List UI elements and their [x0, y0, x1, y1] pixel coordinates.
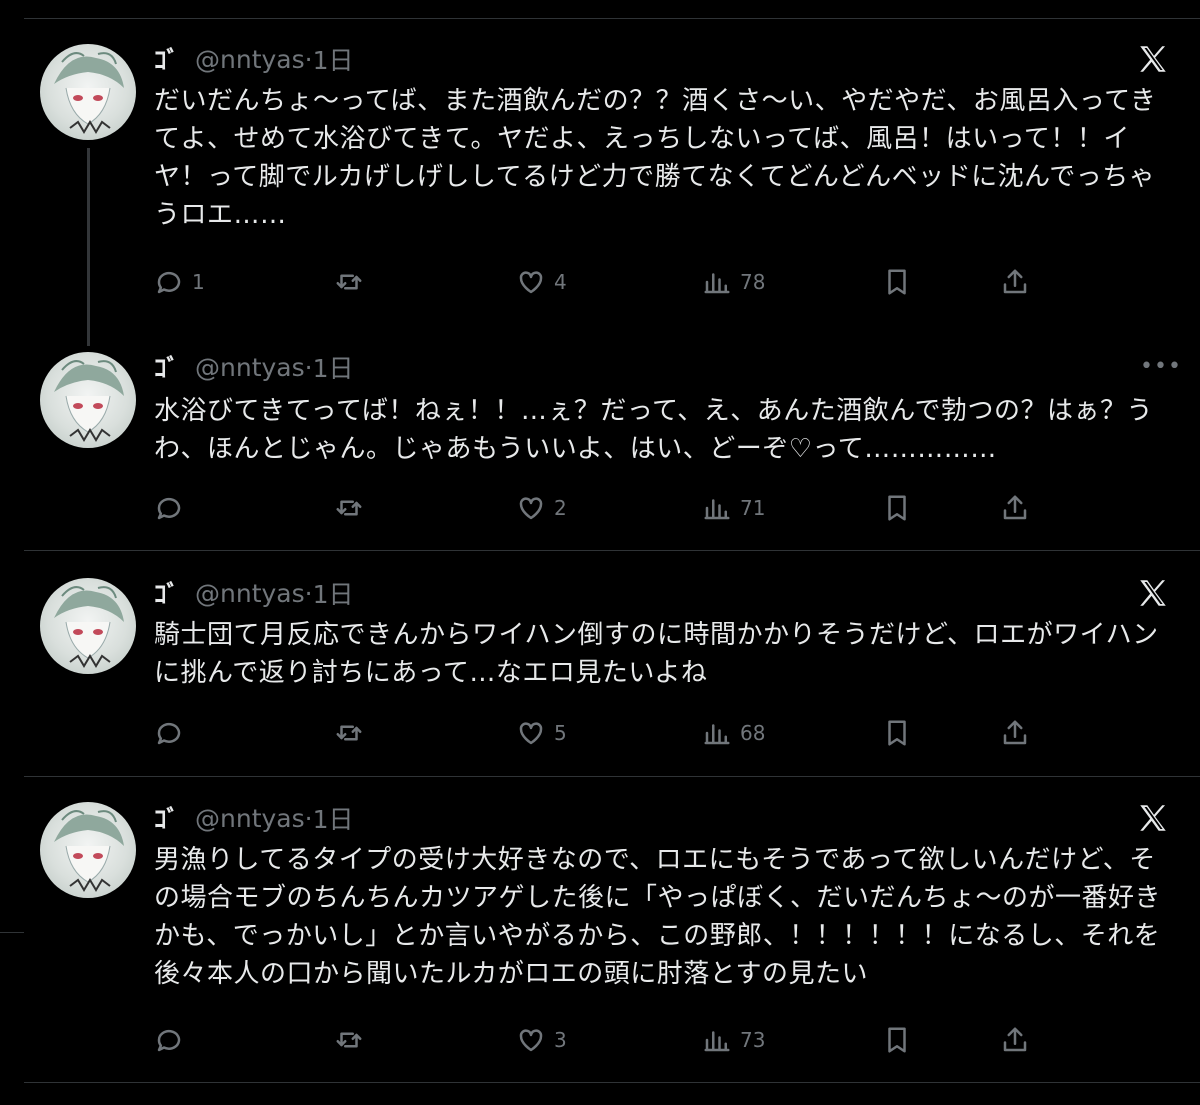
reply-icon — [157, 1029, 181, 1052]
bookmark-button[interactable] — [882, 715, 912, 751]
avatar-art-icon — [54, 52, 124, 134]
display-name[interactable]: ｺﾞ — [154, 800, 179, 836]
views-icon — [704, 1031, 730, 1052]
reply-button[interactable] — [154, 715, 192, 751]
tweet-text: だいだんちょ〜ってば、また酒飲んだの？？酒くさ〜い、やだやだ、お風呂入ってきてよ… — [154, 86, 1157, 230]
views-button[interactable]: 78 — [702, 264, 765, 300]
share-button[interactable] — [1000, 1022, 1030, 1058]
share-button[interactable] — [1000, 715, 1030, 751]
views-count: 73 — [740, 1028, 766, 1052]
share-button[interactable] — [1000, 264, 1030, 300]
views-count: 71 — [740, 496, 766, 520]
display-name[interactable]: ｺﾞ — [154, 575, 179, 611]
retweet-button[interactable] — [334, 264, 372, 300]
heart-icon — [519, 722, 543, 745]
x-logo-icon[interactable] — [1136, 576, 1170, 610]
like-button[interactable]: 3 — [516, 1022, 567, 1058]
like-count: 4 — [554, 270, 567, 294]
avatar-art-icon — [54, 360, 124, 442]
more-options-icon[interactable]: ••• — [1140, 352, 1181, 382]
like-count: 5 — [554, 721, 567, 745]
like-button[interactable]: 5 — [516, 715, 567, 751]
tweet-header: ｺﾞ @nntyas · 1日 — [154, 350, 354, 384]
like-button[interactable]: 4 — [516, 264, 567, 300]
views-icon — [704, 724, 730, 745]
display-name[interactable]: ｺﾞ — [154, 349, 179, 385]
heart-icon — [519, 497, 543, 520]
avatar[interactable] — [40, 578, 136, 674]
timestamp[interactable]: 1日 — [313, 41, 354, 77]
tweet-text: 騎士団て月反応できんからワイハン倒すのに時間かかりそうだけど、ロエがワイハンに挑… — [154, 620, 1159, 688]
handle[interactable]: @nntyas — [195, 579, 305, 608]
bookmark-button[interactable] — [882, 1022, 912, 1058]
like-button[interactable]: 2 — [516, 490, 567, 526]
heart-icon — [519, 1029, 543, 1052]
reply-button[interactable]: 1 — [154, 264, 205, 300]
display-name[interactable]: ｺﾞ — [154, 41, 179, 77]
reply-icon — [157, 271, 181, 294]
share-button[interactable] — [1000, 490, 1030, 526]
bookmark-icon — [888, 1027, 906, 1053]
views-button[interactable]: 71 — [702, 490, 765, 526]
avatar-art-icon — [54, 810, 124, 892]
separator-dot: · — [304, 44, 313, 74]
views-button[interactable]: 68 — [702, 715, 765, 751]
bookmark-icon — [888, 269, 906, 295]
retweet-button[interactable] — [334, 490, 372, 526]
reply-count: 1 — [192, 270, 205, 294]
tweet-header: ｺﾞ @nntyas · 1日 — [154, 42, 354, 76]
views-icon — [704, 499, 730, 520]
avatar[interactable] — [40, 44, 136, 140]
share-icon — [1003, 269, 1027, 294]
retweet-icon — [336, 274, 362, 290]
views-count: 68 — [740, 721, 766, 745]
separator-dot: · — [304, 803, 313, 833]
separator-dot: · — [304, 352, 313, 382]
timestamp[interactable]: 1日 — [313, 349, 354, 385]
timestamp[interactable]: 1日 — [313, 575, 354, 611]
tweet-header: ｺﾞ @nntyas · 1日 — [154, 576, 354, 610]
tweet-header: ｺﾞ @nntyas · 1日 — [154, 801, 354, 835]
retweet-button[interactable] — [334, 1022, 372, 1058]
side-divider — [0, 932, 24, 933]
thread-connector — [87, 148, 90, 346]
handle[interactable]: @nntyas — [195, 45, 305, 74]
handle[interactable]: @nntyas — [195, 804, 305, 833]
reply-button[interactable] — [154, 1022, 192, 1058]
bookmark-icon — [888, 720, 906, 746]
like-count: 3 — [554, 1028, 567, 1052]
bookmark-button[interactable] — [882, 490, 912, 526]
reply-icon — [157, 722, 181, 745]
reply-icon — [157, 497, 181, 520]
top-divider — [24, 18, 1200, 19]
separator-dot: · — [304, 578, 313, 608]
tweet-text: 男漁りしてるタイプの受け大好きなので、ロエにもそうであって欲しいんだけど、その場… — [154, 845, 1162, 989]
bookmark-icon — [888, 495, 906, 521]
like-count: 2 — [554, 496, 567, 520]
views-icon — [704, 273, 730, 294]
tweet-divider — [24, 550, 1200, 551]
tweet-divider — [24, 776, 1200, 777]
retweet-button[interactable] — [334, 715, 372, 751]
share-icon — [1003, 495, 1027, 520]
x-logo-icon[interactable] — [1136, 801, 1170, 835]
views-count: 78 — [740, 270, 766, 294]
handle[interactable]: @nntyas — [195, 353, 305, 382]
share-icon — [1003, 1027, 1027, 1052]
reply-button[interactable] — [154, 490, 192, 526]
views-button[interactable]: 73 — [702, 1022, 765, 1058]
x-logo-icon[interactable] — [1136, 42, 1170, 76]
avatar[interactable] — [40, 352, 136, 448]
retweet-icon — [336, 725, 362, 741]
tweet-divider — [24, 1082, 1200, 1083]
retweet-icon — [336, 500, 362, 516]
timestamp[interactable]: 1日 — [313, 800, 354, 836]
tweet-text: 水浴びてきてってば！ねぇ！！…ぇ？だって、え、あんた酒飲んで勃つの？はぁ？うわ、… — [154, 396, 1153, 464]
share-icon — [1003, 720, 1027, 745]
bookmark-button[interactable] — [882, 264, 912, 300]
avatar-art-icon — [54, 586, 124, 668]
heart-icon — [519, 271, 543, 294]
retweet-icon — [336, 1032, 362, 1048]
avatar[interactable] — [40, 802, 136, 898]
